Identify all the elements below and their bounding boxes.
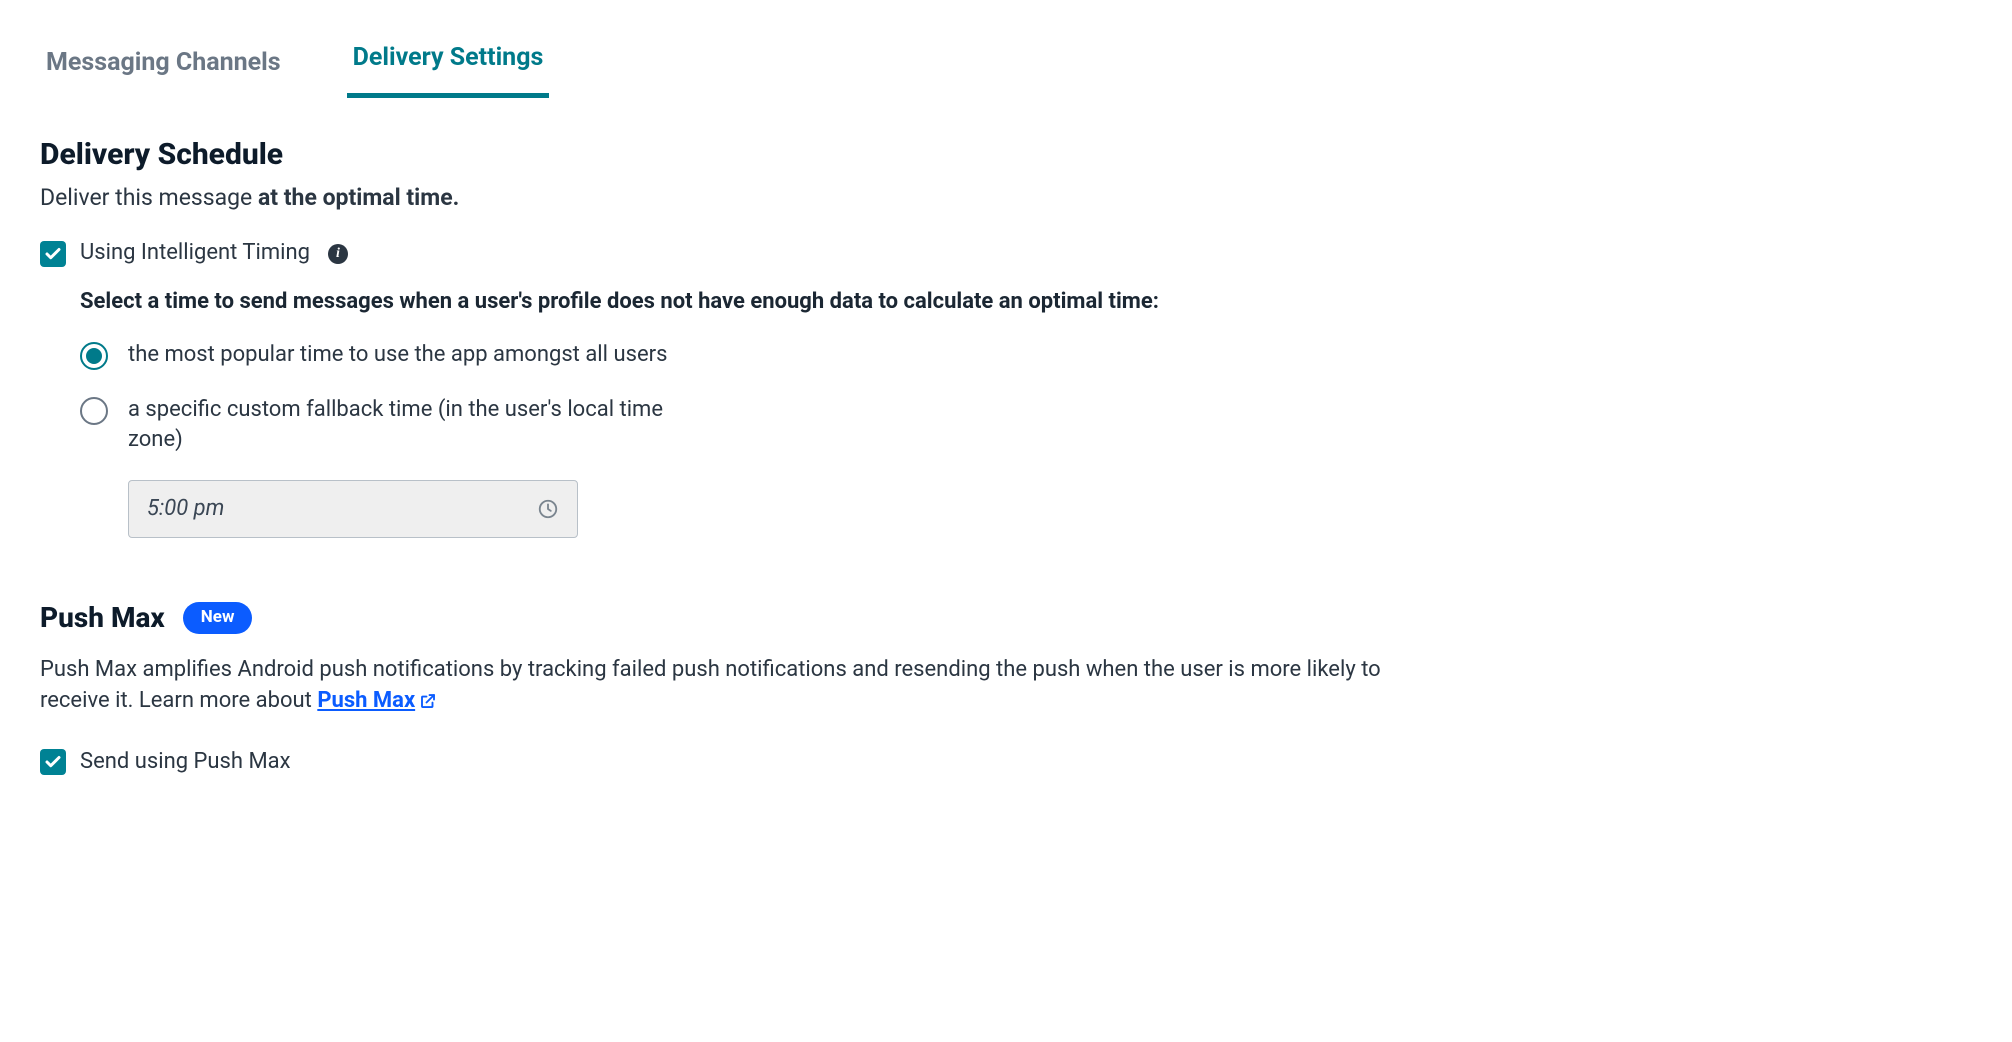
subhead-prefix: Deliver this message <box>40 184 258 211</box>
external-link-icon <box>419 692 437 710</box>
push-max-checkbox-row: Send using Push Max <box>40 747 1972 778</box>
radio-popular-time-label: the most popular time to use the app amo… <box>128 340 667 371</box>
push-max-link[interactable]: Push Max <box>317 688 437 713</box>
radio-option-popular-time[interactable]: the most popular time to use the app amo… <box>80 340 1380 371</box>
push-max-heading: Push Max <box>40 598 165 637</box>
radio-custom-time[interactable] <box>80 397 108 425</box>
radio-popular-time[interactable] <box>80 342 108 370</box>
delivery-schedule-subhead: Deliver this message at the optimal time… <box>40 182 1972 214</box>
fallback-instruction: Select a time to send messages when a us… <box>80 287 1380 318</box>
fallback-time-input[interactable]: 5:00 pm <box>128 480 578 538</box>
check-icon <box>44 753 62 771</box>
delivery-schedule-heading: Delivery Schedule <box>40 134 1972 176</box>
push-max-desc-text: Push Max amplifies Android push notifica… <box>40 657 1381 713</box>
push-max-description: Push Max amplifies Android push notifica… <box>40 655 1420 717</box>
fallback-time-value: 5:00 pm <box>147 494 224 525</box>
radio-dot-icon <box>86 348 102 364</box>
page-root: Messaging Channels Delivery Settings Del… <box>0 0 2012 1042</box>
check-icon <box>44 245 62 263</box>
clock-icon <box>537 498 559 520</box>
fallback-options-block: Select a time to send messages when a us… <box>80 287 1380 538</box>
delivery-schedule-section: Delivery Schedule Deliver this message a… <box>40 134 1972 538</box>
tab-messaging-channels[interactable]: Messaging Channels <box>40 35 287 98</box>
push-max-heading-row: Push Max New <box>40 598 1972 637</box>
push-max-section: Push Max New Push Max amplifies Android … <box>40 598 1972 778</box>
push-max-checkbox[interactable] <box>40 749 66 775</box>
radio-custom-time-label: a specific custom fallback time (in the … <box>128 395 688 457</box>
intelligent-timing-checkbox[interactable] <box>40 241 66 267</box>
push-max-checkbox-label: Send using Push Max <box>80 747 291 778</box>
radio-option-custom-time[interactable]: a specific custom fallback time (in the … <box>80 395 1380 457</box>
tabs-bar: Messaging Channels Delivery Settings <box>40 20 1972 98</box>
tab-delivery-settings[interactable]: Delivery Settings <box>347 30 550 98</box>
intelligent-timing-label: Using Intelligent Timing <box>80 238 310 269</box>
new-badge: New <box>183 602 253 634</box>
info-icon[interactable]: i <box>328 244 348 264</box>
push-max-link-text: Push Max <box>317 688 415 713</box>
subhead-bold: at the optimal time. <box>258 184 459 211</box>
intelligent-timing-row: Using Intelligent Timing i <box>40 238 1972 269</box>
